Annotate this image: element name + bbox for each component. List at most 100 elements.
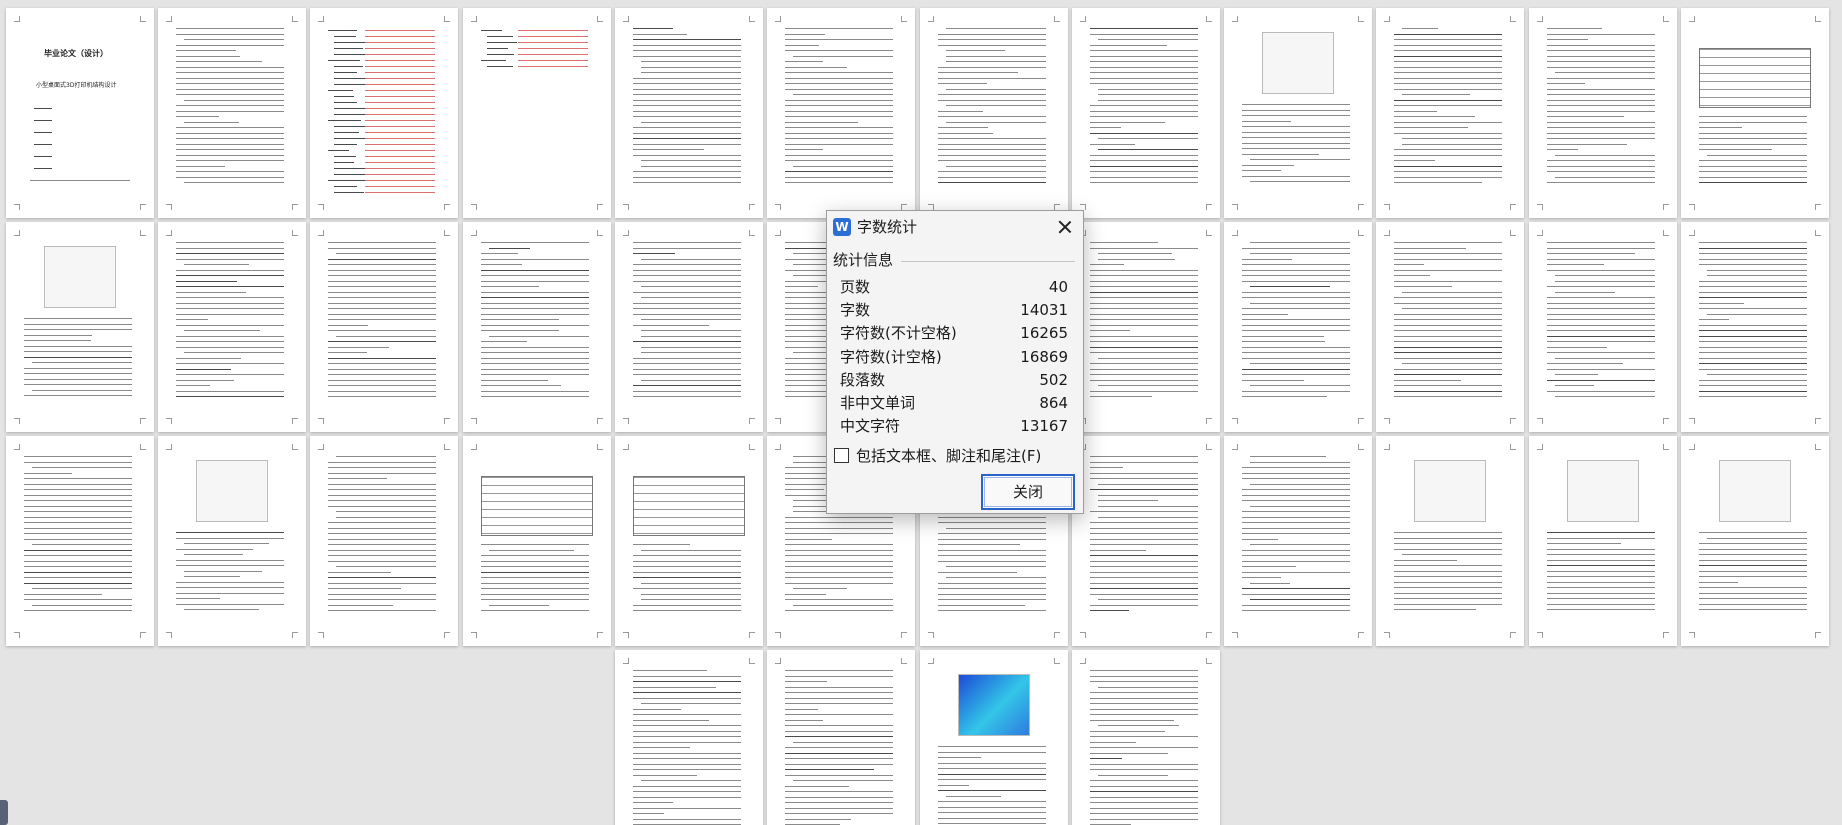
text-line (1699, 258, 1807, 260)
text-line (938, 779, 1046, 780)
page-thumbnail[interactable] (6, 436, 154, 646)
page-thumbnail[interactable] (158, 8, 306, 218)
page-thumbnail[interactable] (463, 222, 611, 432)
text-line (518, 42, 588, 43)
page-thumbnail[interactable] (158, 222, 306, 432)
page-margin-mark (1358, 204, 1364, 210)
page-margin-mark (749, 16, 755, 22)
page-thumbnail[interactable] (1681, 436, 1829, 646)
text-line (365, 156, 435, 157)
page-thumbnail[interactable] (6, 222, 154, 432)
text-line (1242, 275, 1350, 276)
page-margin-mark (1206, 418, 1212, 424)
text-line (24, 555, 132, 556)
text-line (785, 83, 893, 84)
text-line (1707, 269, 1807, 271)
text-line (938, 790, 1046, 791)
text-line (365, 144, 435, 145)
text-line (1402, 28, 1438, 29)
text-line (184, 554, 244, 555)
text-line (633, 44, 741, 46)
page-thumbnail[interactable] (615, 650, 763, 825)
text-line (336, 335, 436, 337)
page-thumbnail[interactable] (1681, 8, 1829, 218)
page-thumbnail[interactable] (310, 8, 458, 218)
text-line (328, 297, 436, 298)
page-thumbnail[interactable] (463, 8, 611, 218)
page-margin-mark (14, 16, 20, 22)
text-line (1394, 576, 1502, 577)
text-line (176, 587, 284, 588)
figure-image (958, 674, 1030, 736)
page-thumbnail[interactable] (920, 650, 1068, 825)
page-thumbnail[interactable] (1072, 8, 1220, 218)
page-thumbnail[interactable] (1224, 8, 1372, 218)
page-thumbnail[interactable] (1072, 650, 1220, 825)
text-line (938, 44, 1046, 46)
page-thumbnail[interactable] (310, 436, 458, 646)
page-margin-mark (14, 418, 20, 424)
text-line (481, 264, 522, 265)
page-thumbnail[interactable] (1681, 222, 1829, 432)
page-thumbnail[interactable] (158, 436, 306, 646)
include-textboxes-checkbox[interactable] (834, 448, 849, 463)
page-thumbnail[interactable] (767, 650, 915, 825)
page-thumbnail[interactable] (310, 222, 458, 432)
text-line (633, 675, 741, 677)
page-thumbnail[interactable] (1376, 222, 1524, 432)
dialog-titlebar[interactable]: W 字数统计 (827, 211, 1083, 243)
text-line (1090, 390, 1198, 392)
text-line (1699, 532, 1807, 533)
text-line (938, 806, 1046, 808)
text-line (1394, 116, 1475, 117)
close-icon[interactable] (1055, 217, 1075, 237)
text-line (481, 566, 589, 567)
page-thumbnail[interactable] (463, 436, 611, 646)
page-thumbnail[interactable]: 毕业论文（设计） 小型桌面式3D打印机结构设计 (6, 8, 154, 218)
text-line (481, 593, 589, 595)
page-thumbnail[interactable] (1529, 436, 1677, 646)
text-line (176, 83, 284, 84)
window-edge-handle[interactable] (0, 800, 8, 825)
page-margin-mark (292, 230, 298, 236)
text-line (1547, 319, 1655, 320)
text-line (1090, 489, 1198, 490)
page-thumbnail[interactable] (1376, 8, 1524, 218)
page-thumbnail[interactable] (1224, 222, 1372, 432)
text-line (24, 323, 132, 325)
text-line (24, 351, 132, 352)
page-thumbnail[interactable] (615, 8, 763, 218)
page-thumbnail[interactable] (1072, 222, 1220, 432)
text-line (1090, 313, 1198, 315)
page-thumbnail[interactable] (1224, 436, 1372, 646)
page-thumbnail[interactable] (615, 222, 763, 432)
page-margin-mark (1358, 418, 1364, 424)
page-thumbnail[interactable] (1072, 436, 1220, 646)
text-line (1394, 61, 1502, 62)
text-line (176, 253, 284, 254)
page-thumbnail[interactable] (767, 8, 915, 218)
page-thumbnail[interactable] (1529, 8, 1677, 218)
text-line (1242, 352, 1350, 353)
text-line (176, 94, 284, 95)
text-line (1547, 165, 1655, 167)
text-line (785, 72, 893, 73)
page-thumbnail[interactable] (920, 8, 1068, 218)
close-button[interactable]: 关闭 (981, 474, 1075, 510)
text-line (633, 55, 741, 57)
page-thumbnail[interactable] (615, 436, 763, 646)
page-margin-mark (140, 418, 146, 424)
text-line (1090, 741, 1136, 743)
text-line (176, 324, 284, 326)
table-block (633, 476, 745, 536)
text-line (1547, 160, 1655, 161)
text-line (1699, 559, 1807, 561)
page-margin-mark (597, 16, 603, 22)
text-line (785, 127, 893, 128)
page-thumbnail[interactable] (1529, 222, 1677, 432)
page-thumbnail[interactable] (1376, 436, 1524, 646)
text-line (328, 150, 349, 151)
text-line (1402, 138, 1502, 139)
page-margin-mark (318, 16, 324, 22)
text-line (328, 180, 365, 181)
